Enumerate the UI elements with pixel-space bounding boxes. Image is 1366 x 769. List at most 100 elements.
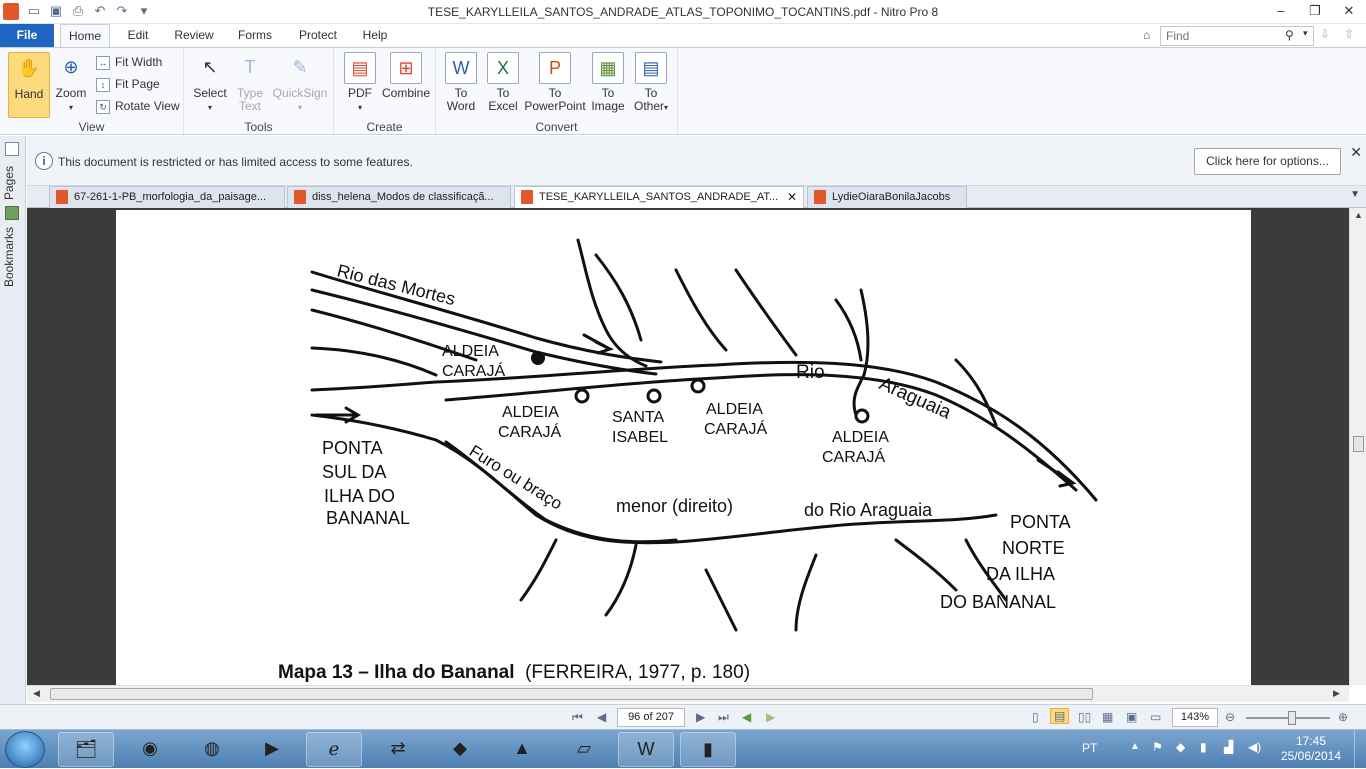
minimize-button[interactable]: –: [1264, 0, 1298, 22]
teamviewer-taskbar-icon[interactable]: ⇄: [370, 732, 426, 767]
map-river: [604, 543, 638, 617]
rotate-view-button[interactable]: ↻ Rotate View: [96, 96, 179, 116]
zoom-button[interactable]: ⊕ Zoom ▾: [52, 52, 90, 114]
action-center-flag-icon[interactable]: ⚑: [1152, 740, 1163, 754]
document-viewer[interactable]: Rio das Mortes ALDEIA CARAJÁ Rio Araguai…: [27, 208, 1349, 685]
horizontal-scroll-thumb[interactable]: [50, 688, 1093, 700]
create-pdf-button[interactable]: ▤ PDF ▾: [342, 52, 378, 114]
page-number-field[interactable]: 96 of 207: [617, 708, 685, 727]
tab-home[interactable]: Home: [60, 24, 110, 47]
single-page-icon[interactable]: ▯: [1032, 710, 1039, 724]
language-indicator[interactable]: PT: [1082, 741, 1097, 755]
tab-protect[interactable]: Protect: [290, 24, 346, 47]
chrome-taskbar-icon[interactable]: ◉: [122, 732, 178, 767]
combine-button[interactable]: ⊞ Combine: [382, 52, 430, 100]
explorer-taskbar-icon[interactable]: 🗂: [58, 732, 114, 767]
pdf-file-icon: [814, 190, 826, 204]
doc-tab[interactable]: diss_helena_Modos de classificaçã...: [287, 186, 511, 208]
network-icon[interactable]: ▟: [1224, 740, 1233, 754]
tab-help[interactable]: Help: [356, 24, 394, 47]
fit-width-status-icon[interactable]: ▭: [1150, 710, 1161, 724]
zoom-slider[interactable]: [1246, 711, 1330, 725]
start-button[interactable]: [5, 731, 45, 768]
doc-tab[interactable]: LydieOiaraBonilaJacobs: [807, 186, 967, 208]
vertical-scroll-thumb[interactable]: [1353, 436, 1364, 452]
bookmarks-panel-icon[interactable]: [5, 206, 19, 220]
find-next-icon[interactable]: ⇩: [1320, 27, 1330, 41]
find-previous-icon[interactable]: ⇧: [1344, 27, 1354, 41]
volume-icon[interactable]: ◀): [1248, 740, 1261, 754]
doc-tab[interactable]: 67-261-1-PB_morfologia_da_paisage...: [49, 186, 285, 208]
pages-panel-icon[interactable]: [5, 142, 19, 156]
search-icon[interactable]: ⚲: [1285, 28, 1294, 42]
fit-width-button[interactable]: ↔ Fit Width: [96, 52, 162, 72]
map-river: [576, 238, 648, 368]
vertical-scrollbar[interactable]: ▲: [1349, 208, 1366, 685]
facing-pages-icon[interactable]: ▯▯: [1078, 710, 1091, 724]
zoom-slider-knob[interactable]: [1288, 711, 1296, 725]
internet-explorer-taskbar-icon[interactable]: ℯ: [306, 732, 362, 767]
close-infobar-icon[interactable]: ✕: [1350, 144, 1362, 161]
next-page-icon[interactable]: ▶: [696, 710, 705, 724]
tab-bookmarks[interactable]: Bookmarks: [2, 224, 24, 290]
type-text-button[interactable]: T Type Text: [232, 52, 268, 113]
close-button[interactable]: ✕: [1332, 0, 1366, 22]
map-label: NORTE: [1002, 538, 1065, 558]
village-marker: [574, 388, 590, 404]
maximize-button[interactable]: ❐: [1298, 0, 1332, 22]
to-powerpoint-button[interactable]: P To PowerPoint: [524, 52, 586, 113]
map-label: DA ILHA: [986, 564, 1055, 584]
show-hidden-icons-icon[interactable]: ▲: [1130, 741, 1140, 752]
pdf-file-icon: [294, 190, 306, 204]
fit-page-button[interactable]: ↕ Fit Page: [96, 74, 160, 94]
continuous-facing-icon[interactable]: ▦: [1102, 710, 1113, 724]
media-player-taskbar-icon[interactable]: ▶: [244, 732, 300, 767]
tab-edit[interactable]: Edit: [118, 24, 158, 47]
options-button[interactable]: Click here for options...: [1194, 148, 1341, 175]
tab-review[interactable]: Review: [168, 24, 220, 47]
dropbox-tray-icon[interactable]: ◆: [1176, 740, 1185, 754]
last-page-icon[interactable]: ⏭: [718, 710, 729, 725]
zoom-level-field[interactable]: 143%: [1172, 708, 1218, 727]
doc-tab-active[interactable]: TESE_KARYLLEILA_SANTOS_ANDRADE_AT... ✕: [514, 186, 804, 208]
fit-page-status-icon[interactable]: ▣: [1126, 710, 1137, 724]
village-marker: [690, 378, 706, 394]
dropbox-taskbar-icon[interactable]: ◆: [432, 732, 488, 767]
tab-pages[interactable]: Pages: [2, 160, 24, 206]
scroll-right-icon[interactable]: ▶: [1333, 688, 1340, 699]
map-label: CARAJÁ: [704, 419, 767, 438]
zoom-out-icon[interactable]: ⊖: [1225, 710, 1235, 724]
zoom-icon: ⊕: [63, 57, 79, 77]
scroll-left-icon[interactable]: ◀: [33, 688, 40, 699]
view-group: ✋ Hand ⊕ Zoom ▾ ↔ Fit Width ↕ Fit Page ↻ Rot…: [0, 48, 184, 136]
collapse-ribbon-icon[interactable]: ⌂: [1143, 28, 1150, 42]
first-page-icon[interactable]: ⏮: [572, 710, 583, 725]
previous-view-icon[interactable]: ◀: [742, 710, 751, 724]
to-other-button[interactable]: ▤ To Other▾: [630, 52, 672, 114]
vlc-taskbar-icon[interactable]: ▲: [494, 732, 550, 767]
horizontal-scrollbar[interactable]: ◀ ▶: [27, 685, 1349, 702]
previous-page-icon[interactable]: ◀: [597, 710, 606, 724]
system-clock[interactable]: 17:45 25/06/2014: [1280, 734, 1342, 764]
firefox-taskbar-icon[interactable]: ◍: [184, 732, 240, 767]
next-view-icon[interactable]: ▶: [766, 710, 775, 724]
continuous-page-icon[interactable]: ▤: [1050, 708, 1070, 724]
quicksign-button[interactable]: ✎ QuickSign ▾: [272, 52, 328, 114]
show-desktop-button[interactable]: [1354, 730, 1366, 769]
tab-forms[interactable]: Forms: [230, 24, 280, 47]
hand-button[interactable]: ✋ Hand: [8, 52, 50, 118]
sticky-notes-taskbar-icon[interactable]: ▱: [556, 732, 612, 767]
zoom-in-icon[interactable]: ⊕: [1338, 710, 1348, 724]
battery-icon[interactable]: ▮: [1200, 740, 1207, 754]
to-image-button[interactable]: ▦ To Image: [588, 52, 628, 113]
nitro-taskbar-icon[interactable]: ▮: [680, 732, 736, 767]
close-tab-icon[interactable]: ✕: [787, 187, 797, 207]
scroll-up-icon[interactable]: ▲: [1354, 210, 1363, 220]
tab-file[interactable]: File: [0, 24, 54, 47]
to-word-button[interactable]: W To Word: [442, 52, 480, 113]
to-excel-button[interactable]: X To Excel: [484, 52, 522, 113]
word-taskbar-icon[interactable]: W: [618, 732, 674, 767]
tab-list-dropdown-icon[interactable]: ▼: [1350, 189, 1360, 200]
select-button[interactable]: ↖ Select ▾: [192, 52, 228, 114]
find-options-icon[interactable]: ▾: [1303, 28, 1308, 39]
